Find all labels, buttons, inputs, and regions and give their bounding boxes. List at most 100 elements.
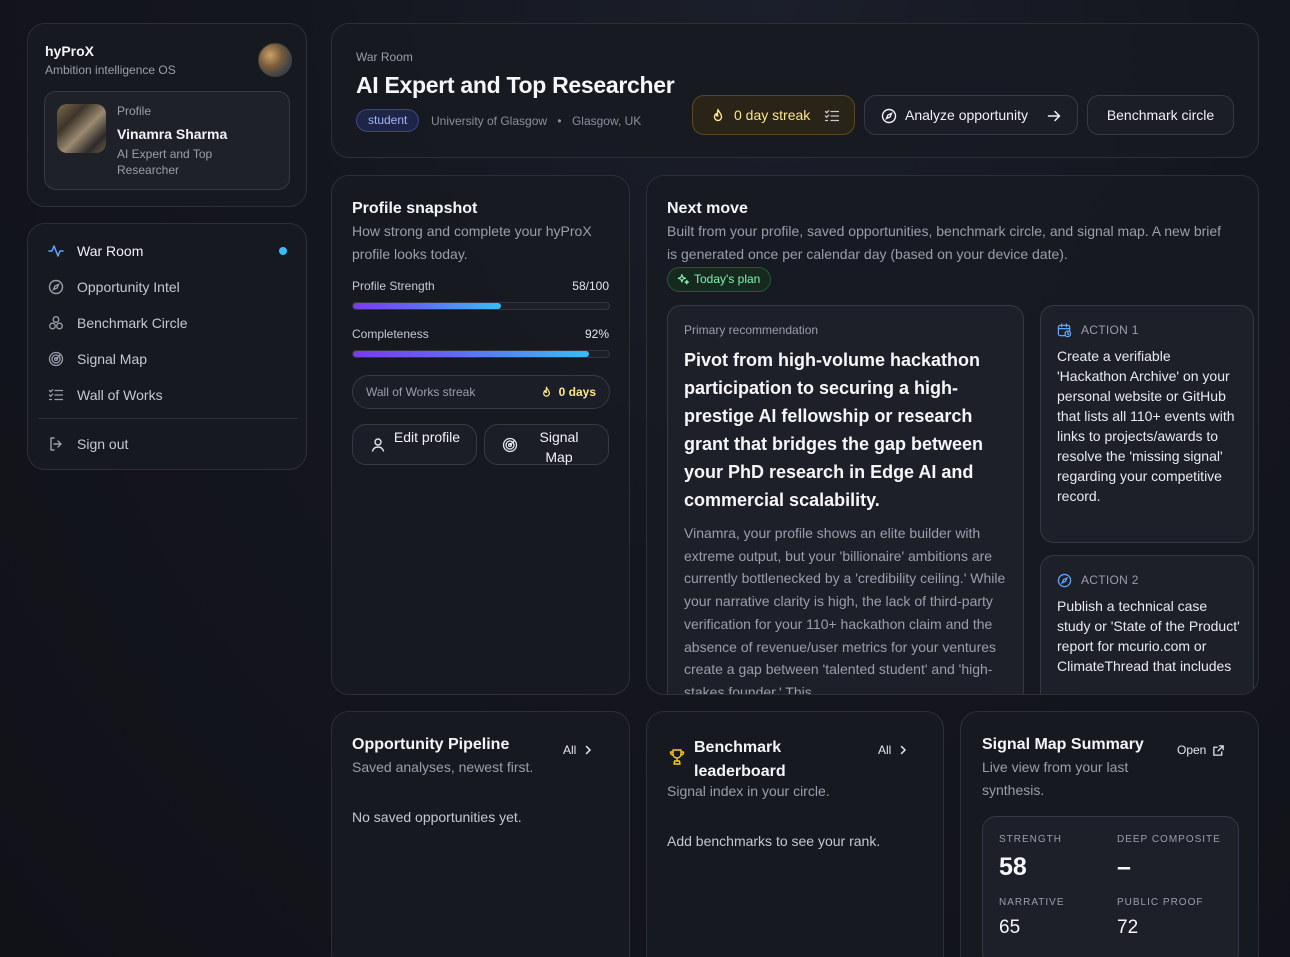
chevron-right-icon: [897, 744, 909, 756]
signal-map-button[interactable]: Signal Map: [484, 424, 609, 465]
compass-icon: [48, 279, 64, 295]
page-header: War Room AI Expert and Top Researcher st…: [331, 23, 1259, 158]
brand-card: hyProX Ambition intelligence OS Profile …: [27, 23, 307, 207]
profile-photo: [57, 104, 106, 153]
avatar[interactable]: [258, 43, 292, 77]
university-text: University of Glasgow: [431, 114, 548, 128]
compass-icon: [1057, 573, 1072, 588]
signal-map-label: Signal Map: [539, 429, 579, 465]
sidebar-item-label: Wall of Works: [77, 387, 163, 403]
action-text: Publish a technical case study or 'State…: [1057, 598, 1240, 674]
streak-label: 0 day streak: [734, 107, 811, 123]
profile-role: AI Expert and Top Researcher: [117, 147, 213, 177]
section-subtitle: Live view from your last synthesis.: [982, 759, 1129, 798]
action-card-2: ACTION 2 Publish a technical case study …: [1040, 555, 1254, 694]
opportunity-pipeline-card: Opportunity Pipeline Saved analyses, new…: [331, 711, 630, 957]
profile-kicker: Profile: [117, 104, 152, 118]
deep-composite-value: –: [1117, 853, 1131, 881]
sidebar-item-wall-of-works[interactable]: Wall of Works: [38, 380, 298, 410]
section-title: Benchmark leaderboard: [694, 739, 786, 780]
sign-out-button[interactable]: Sign out: [38, 429, 298, 459]
streak-button[interactable]: 0 day streak: [692, 95, 855, 135]
activity-icon: [48, 243, 64, 259]
streak-box-label: Wall of Works streak: [366, 385, 476, 399]
profile-snapshot-card: Profile snapshot How strong and complete…: [331, 175, 630, 695]
strength-label: Profile Strength: [352, 279, 435, 293]
view-all-link[interactable]: All: [878, 743, 909, 757]
analyze-label: Analyze opportunity: [905, 107, 1028, 123]
user-icon: [370, 437, 386, 453]
section-subtitle: Saved analyses, newest first.: [352, 759, 534, 775]
benchmark-circle-button[interactable]: Benchmark circle: [1087, 95, 1234, 135]
completeness-progress-bar: [352, 350, 610, 358]
meta-separator: •: [557, 114, 562, 128]
divider: [38, 418, 298, 419]
strength-progress-bar: [352, 302, 610, 310]
profile-summary[interactable]: Profile Vinamra Sharma AI Expert and Top…: [44, 91, 290, 190]
location-text: Glasgow, UK: [571, 114, 642, 128]
section-subtitle: How strong and complete your hyProX prof…: [352, 223, 592, 262]
sidebar-nav: War Room Opportunity Intel Benchmark Cir…: [27, 223, 307, 470]
calendar-clock-icon: [1057, 323, 1072, 338]
flame-icon: [710, 108, 726, 124]
brand-name: hyProX: [45, 43, 95, 59]
narrative-label: NARRATIVE: [999, 897, 1065, 908]
compass-icon: [881, 108, 897, 124]
view-all-link[interactable]: All: [563, 743, 594, 757]
action-card-1: ACTION 1 Create a verifiable 'Hackathon …: [1040, 305, 1254, 543]
radar-icon: [502, 437, 518, 453]
wall-of-works-streak: Wall of Works streak 0 days: [352, 375, 610, 409]
section-title: Profile snapshot: [352, 200, 478, 217]
sidebar-item-label: Benchmark Circle: [77, 315, 188, 331]
sidebar-item-opportunity-intel[interactable]: Opportunity Intel: [38, 272, 298, 302]
next-move-card: Next move Built from your profile, saved…: [646, 175, 1259, 695]
chevron-right-icon: [582, 744, 594, 756]
streak-days: 0 days: [558, 385, 596, 399]
sidebar-item-signal-map[interactable]: Signal Map: [38, 344, 298, 374]
primary-headline: Pivot from high-volume hackathon partici…: [684, 350, 984, 510]
breadcrumb: War Room: [356, 50, 413, 64]
empty-state: Add benchmarks to see your rank.: [667, 833, 881, 849]
strength-metric-value: 58: [999, 853, 1027, 881]
completeness-label: Completeness: [352, 327, 429, 341]
edit-profile-label: Edit profile: [393, 429, 461, 445]
sidebar-item-label: Opportunity Intel: [77, 279, 180, 295]
completeness-progress-fill: [353, 351, 589, 357]
section-subtitle: Signal index in your circle.: [667, 783, 830, 799]
open-label: Open: [1177, 743, 1207, 757]
section-title: Signal Map Summary: [982, 736, 1144, 753]
empty-state: No saved opportunities yet.: [352, 809, 522, 825]
status-badge: student: [356, 109, 420, 132]
todays-plan-badge: Today's plan: [667, 267, 772, 292]
strength-progress-fill: [353, 303, 502, 309]
sidebar-item-label: Signal Map: [77, 351, 148, 367]
signal-metrics-grid: STRENGTH 58 DEEP COMPOSITE – NARRATIVE 6…: [982, 816, 1239, 957]
brand-tagline: Ambition intelligence OS: [45, 63, 176, 77]
public-proof-value: 72: [1117, 917, 1139, 938]
action-kicker: ACTION 1: [1081, 323, 1139, 337]
active-indicator: [279, 247, 287, 255]
sign-out-label: Sign out: [77, 436, 129, 452]
profile-meta: University of Glasgow • Glasgow, UK: [431, 114, 641, 128]
primary-body: Vinamra, your profile shows an elite bui…: [684, 525, 1006, 695]
strength-value: 58/100: [572, 279, 609, 293]
strength-metric-label: STRENGTH: [999, 834, 1062, 845]
radar-icon: [48, 351, 64, 367]
benchmark-leaderboard-card: Benchmark leaderboard Signal index in yo…: [646, 711, 944, 957]
edit-profile-button[interactable]: Edit profile: [352, 424, 477, 465]
view-all-label: All: [563, 743, 577, 757]
list-checks-icon: [48, 387, 64, 403]
sidebar-item-label: War Room: [77, 243, 144, 259]
external-link-icon: [1212, 744, 1225, 757]
open-signal-map-link[interactable]: Open: [1177, 743, 1225, 757]
trophy-icon: [668, 748, 686, 766]
analyze-opportunity-button[interactable]: Analyze opportunity: [864, 95, 1078, 135]
log-out-icon: [48, 436, 64, 452]
section-title: Next move: [667, 200, 748, 217]
list-checks-icon: [824, 108, 840, 124]
page-title: AI Expert and Top Researcher: [356, 72, 675, 98]
sidebar-item-war-room[interactable]: War Room: [38, 236, 298, 266]
section-title: Opportunity Pipeline: [352, 736, 510, 753]
sidebar-item-benchmark-circle[interactable]: Benchmark Circle: [38, 308, 298, 338]
action-text: Create a verifiable 'Hackathon Archive' …: [1057, 348, 1235, 504]
